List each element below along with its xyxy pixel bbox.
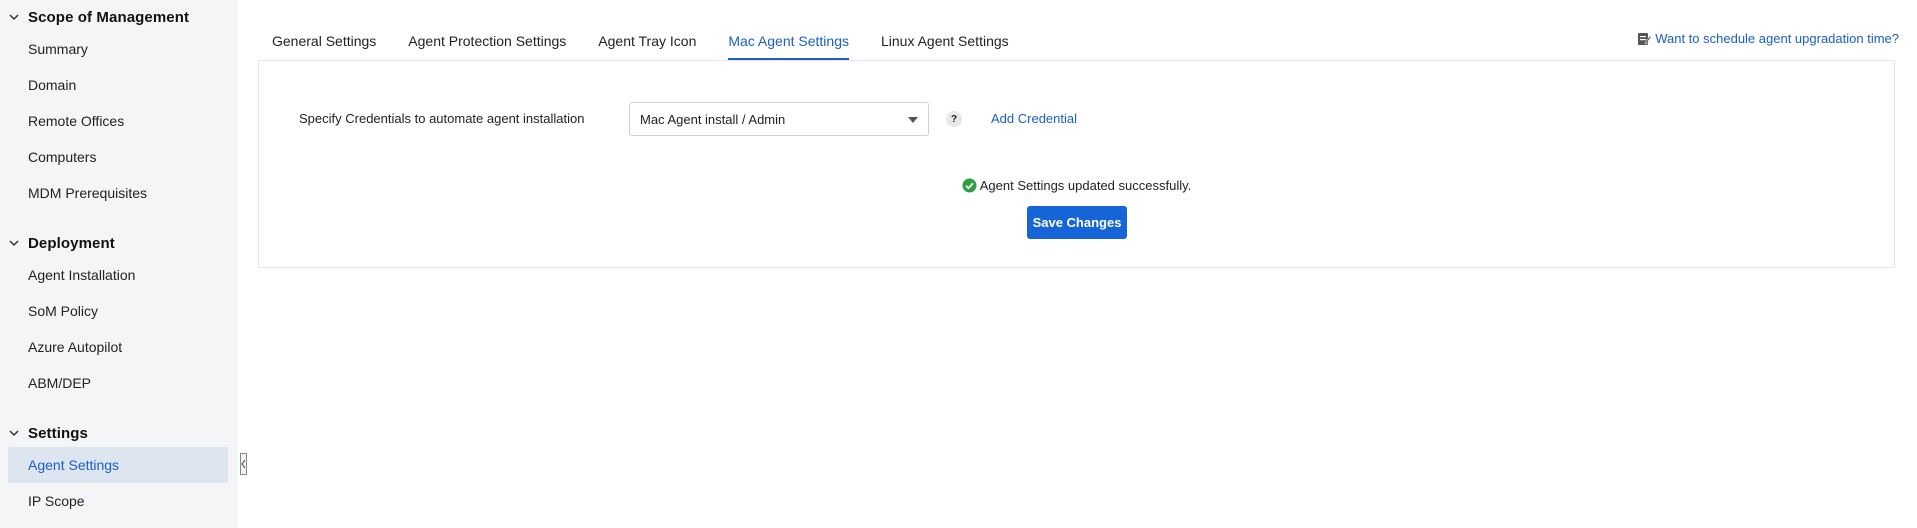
tab-general-settings[interactable]: General Settings [272, 22, 376, 60]
tab-mac-agent-settings[interactable]: Mac Agent Settings [728, 22, 849, 60]
chevron-down-icon [9, 14, 19, 21]
sidebar-item-abm-dep[interactable]: ABM/DEP [8, 365, 228, 401]
sidebar-item-domain[interactable]: Domain [8, 67, 228, 103]
section-title: Scope of Management [28, 8, 190, 26]
sidebar-item-agent-installation[interactable]: Agent Installation [8, 257, 228, 293]
section-deployment[interactable]: Deployment [8, 232, 115, 254]
section-title: Deployment [28, 234, 115, 252]
calendar-edit-icon [1638, 33, 1652, 45]
section-scope-of-management[interactable]: Scope of Management [8, 6, 189, 28]
chevron-down-icon [9, 430, 19, 437]
sidebar-item-som-policy[interactable]: SoM Policy [8, 293, 228, 329]
caret-down-icon [908, 117, 918, 123]
sidebar-item-agent-settings[interactable]: Agent Settings [8, 447, 228, 483]
sidebar-item-summary[interactable]: Summary [8, 31, 228, 67]
sidebar: Scope of Management Summary Domain Remot… [0, 0, 238, 528]
credential-selected-value: Mac Agent install / Admin [640, 111, 786, 127]
settings-tabs: General Settings Agent Protection Settin… [272, 22, 1041, 60]
schedule-upgrade-link[interactable]: Want to schedule agent upgradation time? [1637, 31, 1899, 46]
sidebar-item-computers[interactable]: Computers [8, 139, 228, 175]
section-settings[interactable]: Settings [8, 422, 88, 444]
chevron-left-icon [241, 459, 246, 469]
chevron-down-icon [9, 240, 19, 247]
tab-agent-tray-icon[interactable]: Agent Tray Icon [598, 22, 696, 60]
tab-agent-protection-settings[interactable]: Agent Protection Settings [408, 22, 566, 60]
success-message: Agent Settings updated successfully. [259, 178, 1894, 193]
help-icon[interactable]: ? [946, 111, 962, 127]
sidebar-item-remote-offices[interactable]: Remote Offices [8, 103, 228, 139]
sidebar-item-azure-autopilot[interactable]: Azure Autopilot [8, 329, 228, 365]
sidebar-collapse-handle[interactable] [240, 453, 247, 475]
save-changes-button[interactable]: Save Changes [1027, 206, 1127, 239]
credential-select[interactable]: Mac Agent install / Admin [629, 102, 929, 136]
sidebar-item-ip-scope[interactable]: IP Scope [8, 483, 228, 519]
success-text: Agent Settings updated successfully. [979, 178, 1192, 193]
schedule-link-text: Want to schedule agent upgradation time? [1655, 31, 1899, 46]
tab-linux-agent-settings[interactable]: Linux Agent Settings [881, 22, 1009, 60]
mac-agent-settings-panel: Specify Credentials to automate agent in… [258, 60, 1895, 268]
check-circle-icon [962, 178, 977, 193]
section-title: Settings [28, 424, 88, 442]
credential-label: Specify Credentials to automate agent in… [299, 111, 585, 126]
add-credential-link[interactable]: Add Credential [991, 111, 1077, 126]
sidebar-item-mdm-prerequisites[interactable]: MDM Prerequisites [8, 175, 228, 211]
